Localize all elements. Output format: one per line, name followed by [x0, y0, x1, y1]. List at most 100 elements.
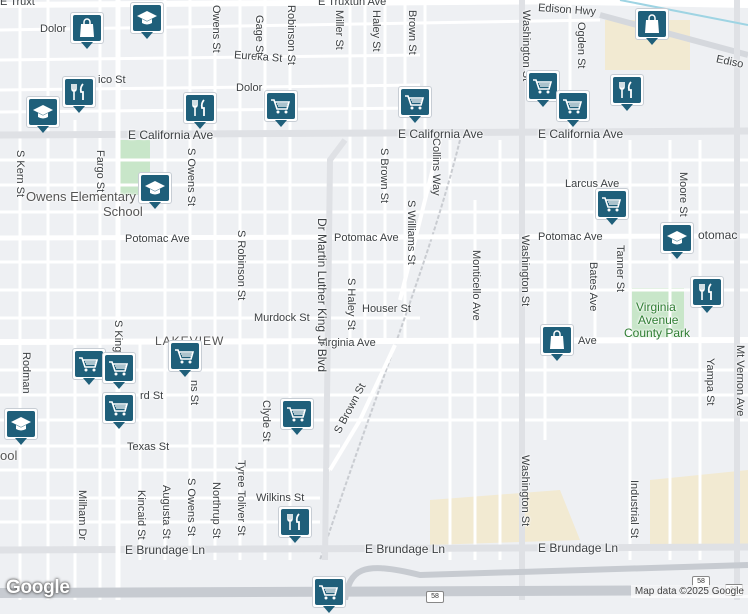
- street-mlk: Dr Martin Luther King Jr Blvd: [315, 218, 329, 373]
- street-s-king: S King: [112, 320, 124, 353]
- pin-shopping-1[interactable]: [70, 12, 104, 50]
- shopping-bag-icon: [645, 14, 659, 33]
- street-s-haley: S Haley St: [345, 278, 357, 330]
- street-e-truxtun-left: E Truxt: [0, 0, 35, 8]
- grocery-icon: [109, 361, 129, 376]
- street-potomac-4: otomac: [698, 228, 738, 242]
- place-owens-school-1: Owens Elementary: [26, 189, 136, 204]
- street-s-brown: S Brown St: [378, 148, 390, 204]
- pin-shopping-3[interactable]: [540, 324, 574, 362]
- pin-grocery-4[interactable]: [556, 90, 590, 128]
- street-murdock: Murdock St: [254, 312, 310, 324]
- pin-grocery-11[interactable]: [312, 576, 346, 614]
- grocery-icon: [271, 99, 291, 114]
- street-s-owens-low: ns St: [188, 380, 200, 406]
- grocery-icon: [175, 349, 195, 364]
- street-virginia-2: Ave: [578, 335, 597, 347]
- pin-grocery-9[interactable]: [102, 392, 136, 430]
- street-augusta: Augusta St: [160, 485, 172, 539]
- grocery-icon: [109, 401, 129, 416]
- street-tanner: Tanner St: [614, 245, 626, 293]
- map-attribution[interactable]: Map data ©2025 Google: [630, 585, 748, 598]
- street-ord: rd St: [140, 390, 164, 402]
- street-bates: Bates Ave: [587, 262, 599, 312]
- street-industrial: Industrial St: [628, 480, 640, 539]
- pin-grocery-8[interactable]: [168, 340, 202, 378]
- street-moore: Moore St: [677, 172, 689, 217]
- street-e-truxtun: E Truxtun Ave: [318, 0, 387, 8]
- grocery-icon: [602, 197, 622, 212]
- restaurant-icon: [192, 99, 205, 116]
- street-milham: Milham Dr: [76, 490, 88, 541]
- street-yampa: Yampa St: [704, 358, 716, 406]
- pin-restaurant-4[interactable]: [690, 276, 724, 314]
- pin-restaurant-2[interactable]: [183, 92, 217, 130]
- street-miller: Miller St: [333, 10, 345, 50]
- street-s-owens-mid: S Owens St: [185, 148, 197, 207]
- street-clyde: Clyde St: [260, 400, 272, 442]
- street-s-williams: S Williams St: [405, 200, 417, 265]
- street-brundage-1: E Brundage Ln: [125, 543, 206, 557]
- grocery-icon: [405, 95, 425, 110]
- street-potomac-1: Potomac Ave: [125, 233, 190, 245]
- pin-grocery-2[interactable]: [398, 86, 432, 124]
- pin-school-4[interactable]: [660, 222, 694, 260]
- street-robinson-top: Robinson St: [285, 5, 297, 65]
- place-owens-school-2: School: [103, 204, 143, 219]
- street-houser: Houser St: [362, 303, 411, 315]
- pin-restaurant-3[interactable]: [610, 74, 644, 112]
- street-collins: Collins Way: [430, 138, 442, 196]
- restaurant-icon: [619, 81, 632, 98]
- street-fargo: Fargo St: [94, 150, 106, 193]
- grocery-icon: [533, 79, 553, 94]
- street-dolores: Dolor: [40, 23, 67, 35]
- place-park-3: County Park: [624, 326, 691, 340]
- street-s-robinson: S Robinson St: [235, 230, 247, 301]
- street-s-kern: S Kern St: [14, 150, 26, 198]
- street-brown: Brown St: [406, 10, 418, 55]
- street-washington-2: Washington St: [519, 235, 531, 307]
- grocery-icon: [563, 99, 583, 114]
- street-washington-3: Washington St: [519, 455, 531, 527]
- school-icon: [145, 181, 165, 195]
- pin-grocery-6[interactable]: [72, 348, 106, 386]
- street-ogden: Ogden St: [575, 22, 587, 69]
- street-rodman: Rodman: [20, 352, 32, 394]
- school-icon: [137, 11, 157, 25]
- school-icon: [11, 417, 31, 431]
- pin-grocery-10[interactable]: [280, 398, 314, 436]
- pin-school-2[interactable]: [26, 96, 60, 134]
- pin-restaurant-5[interactable]: [278, 506, 312, 544]
- street-kincaid: Kincaid St: [135, 490, 147, 540]
- restaurant-icon: [699, 283, 712, 300]
- pin-grocery-1[interactable]: [264, 90, 298, 128]
- pin-school-3[interactable]: [138, 172, 172, 210]
- pin-grocery-7[interactable]: [102, 352, 136, 390]
- place-school-left: ool: [0, 448, 18, 463]
- pin-shopping-2[interactable]: [635, 8, 669, 46]
- street-haley: Haley St: [370, 10, 382, 52]
- street-mt-vernon: Mt Vernon Ave: [734, 345, 746, 417]
- street-texas: Texas St: [127, 441, 170, 453]
- pin-school-1[interactable]: [130, 2, 164, 40]
- street-mexico: ico St: [98, 74, 126, 86]
- street-tyree: Tyree Toliver St: [235, 460, 247, 536]
- pin-school-5[interactable]: [4, 408, 38, 446]
- pin-grocery-3[interactable]: [526, 70, 560, 108]
- street-potomac-3: Potomac Ave: [538, 231, 603, 243]
- street-owens-top: Owens St: [210, 5, 222, 53]
- school-icon: [33, 105, 53, 119]
- street-brundage-2: E Brundage Ln: [365, 542, 446, 556]
- google-logo: Google: [6, 577, 70, 598]
- pin-restaurant-1[interactable]: [62, 76, 96, 114]
- street-brundage-3: E Brundage Ln: [538, 541, 619, 555]
- pin-grocery-5[interactable]: [595, 188, 629, 226]
- street-e-california-3: E California Ave: [538, 127, 624, 141]
- grocery-icon: [79, 357, 99, 372]
- street-s-owens-bot: S Owens St: [185, 478, 197, 537]
- street-gage: Gage St: [253, 15, 265, 56]
- street-wilkins: Wilkins St: [256, 492, 305, 504]
- street-northrup: Northrup St: [210, 482, 222, 539]
- street-potomac-2: Potomac Ave: [334, 232, 399, 244]
- street-monticello: Monticello Ave: [470, 250, 482, 321]
